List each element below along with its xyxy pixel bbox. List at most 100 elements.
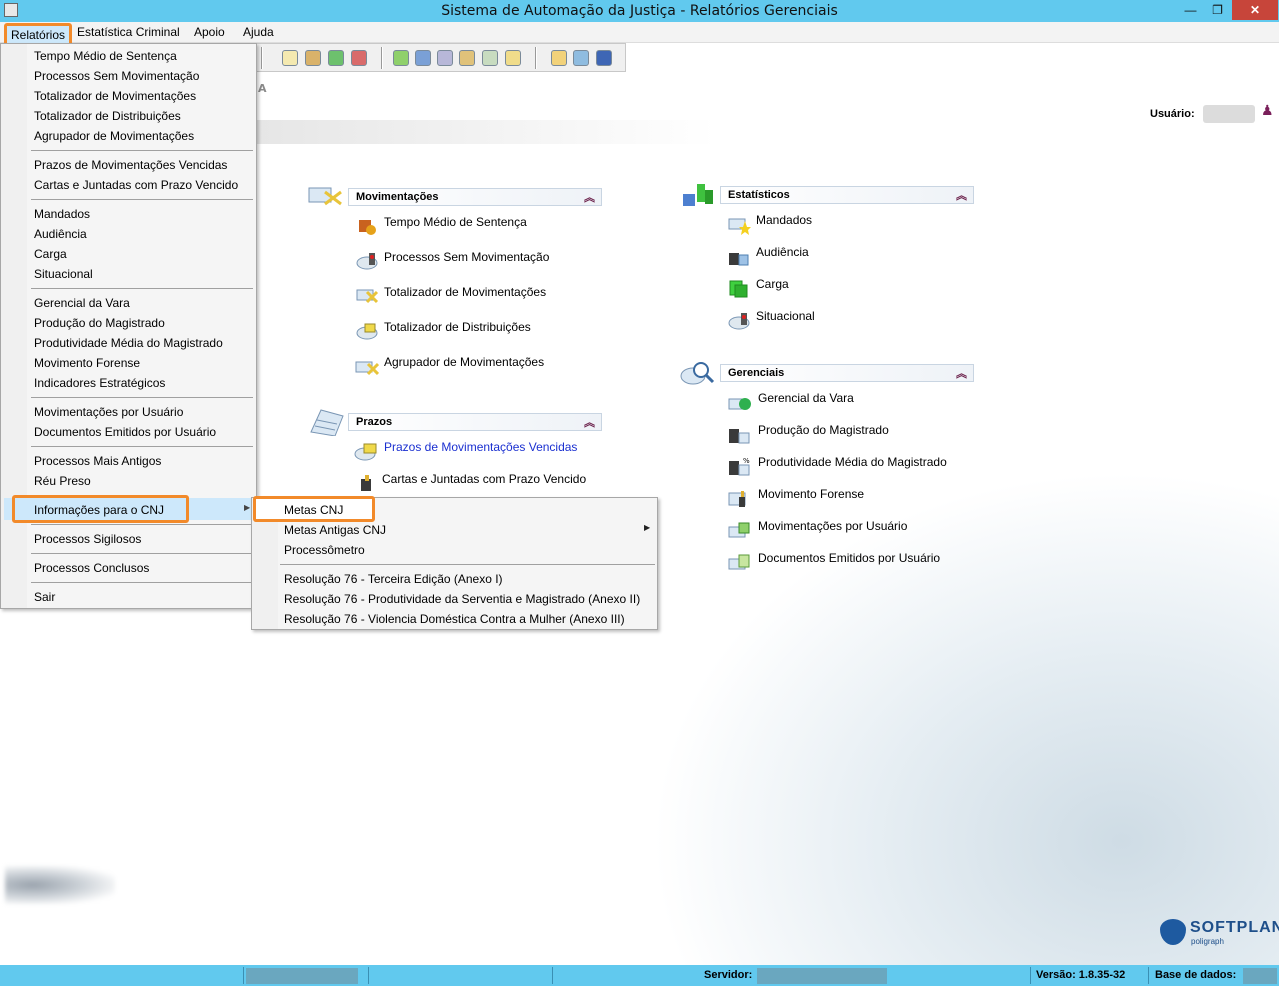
collapse-icon[interactable]: ︽: [584, 189, 595, 205]
menu-item-gerencial-vara[interactable]: Gerencial da Vara: [34, 296, 130, 310]
menu-item-processos-sigilosos[interactable]: Processos Sigilosos: [34, 532, 141, 546]
menu-separator: [31, 397, 253, 398]
toolbar-separator: [261, 47, 263, 69]
mov-item-agrupador[interactable]: Agrupador de Movimentações: [384, 355, 544, 369]
menu-estatistica-criminal[interactable]: Estatística Criminal: [77, 25, 180, 39]
ger-item-producao-magistrado[interactable]: Produção do Magistrado: [758, 423, 889, 437]
movimentacoes-section-title: Movimentações: [356, 191, 439, 203]
users-report-icon[interactable]: [305, 50, 321, 66]
collapse-icon[interactable]: ︽: [956, 187, 967, 203]
ger-item-movimento-forense[interactable]: Movimento Forense: [758, 487, 864, 501]
svg-text:%: %: [743, 457, 750, 465]
submenu-item-resolucao-anexo-3[interactable]: Resolução 76 - Violencia Doméstica Contr…: [284, 612, 625, 626]
forense-report-icon[interactable]: [459, 50, 475, 66]
estatisticos-section-header[interactable]: Estatísticos ︽: [720, 186, 974, 204]
menu-apoio[interactable]: Apoio: [194, 25, 225, 39]
envelope-x-icon: [355, 284, 379, 306]
menu-item-tempo-medio[interactable]: Tempo Médio de Sentença: [34, 49, 177, 63]
menu-item-totalizador-distribuicoes[interactable]: Totalizador de Distribuições: [34, 109, 181, 123]
menu-item-processos-mais-antigos[interactable]: Processos Mais Antigos: [34, 454, 161, 468]
est-item-mandados[interactable]: Mandados: [756, 213, 812, 227]
menu-item-cartas-juntadas[interactable]: Cartas e Juntadas com Prazo Vencido: [34, 178, 238, 192]
menu-item-prazos-vencidas[interactable]: Prazos de Movimentações Vencidas: [34, 158, 227, 172]
ger-item-documentos-usuario[interactable]: Documentos Emitidos por Usuário: [758, 551, 940, 565]
menu-item-produtividade-media[interactable]: Produtividade Média do Magistrado: [34, 336, 223, 350]
submenu-item-resolucao-anexo-1[interactable]: Resolução 76 - Terceira Edição (Anexo I): [284, 572, 503, 586]
mov-item-tempo-medio[interactable]: Tempo Médio de Sentença: [384, 215, 527, 229]
prazo-item-vencidas[interactable]: Prazos de Movimentações Vencidas: [384, 440, 577, 454]
gerenciais-section-icon: [679, 358, 717, 386]
cnj-submenu: Metas CNJ Metas Antigas CNJ ▶ Processôme…: [251, 496, 658, 630]
est-item-situacional[interactable]: Situacional: [756, 309, 815, 323]
user-movements-report-icon[interactable]: [482, 50, 498, 66]
submenu-item-resolucao-anexo-2[interactable]: Resolução 76 - Produtividade da Serventi…: [284, 592, 640, 606]
gerencial-vara-icon: [727, 391, 751, 413]
menu-separator: [31, 446, 253, 447]
magistrate-report-icon[interactable]: [415, 50, 431, 66]
status-bar: Servidor: Versão: 1.8.35-32 Base de dado…: [0, 965, 1279, 986]
est-item-carga[interactable]: Carga: [756, 277, 789, 291]
produtividade-media-icon: %: [727, 455, 751, 477]
status-divider: [552, 967, 553, 984]
minimize-button[interactable]: —: [1177, 0, 1204, 20]
menu-item-carga[interactable]: Carga: [34, 247, 67, 261]
menu-item-processos-sem-movimentacao[interactable]: Processos Sem Movimentação: [34, 69, 199, 83]
menu-item-situacional[interactable]: Situacional: [34, 267, 93, 281]
submenu-item-metas-antigas-cnj[interactable]: Metas Antigas CNJ: [284, 523, 386, 537]
menu-item-sair[interactable]: Sair: [34, 590, 55, 604]
stack-report-icon[interactable]: [328, 50, 344, 66]
audiencia-icon: [727, 245, 751, 267]
status-servidor-value: [757, 968, 887, 984]
menu-item-documentos-usuario[interactable]: Documentos Emitidos por Usuário: [34, 425, 216, 439]
submenu-arrow-icon: ▶: [244, 503, 251, 512]
user-icon: ♟: [1261, 103, 1274, 119]
gerenciais-section-header[interactable]: Gerenciais ︽: [720, 364, 974, 382]
money-report-icon[interactable]: [393, 50, 409, 66]
mov-item-sem-movimentacao[interactable]: Processos Sem Movimentação: [384, 250, 549, 264]
menu-item-agrupador-movimentacoes[interactable]: Agrupador de Movimentações: [34, 129, 194, 143]
user-value: [1203, 105, 1255, 123]
menu-item-reu-preso[interactable]: Réu Preso: [34, 474, 91, 488]
menu-separator: [280, 564, 655, 565]
menu-item-indicadores-estrategicos[interactable]: Indicadores Estratégicos: [34, 376, 165, 390]
menu-item-processos-conclusos[interactable]: Processos Conclusos: [34, 561, 149, 575]
menu-item-movimento-forense[interactable]: Movimento Forense: [34, 356, 140, 370]
menu-item-informacoes-cnj[interactable]: Informações para o CNJ: [34, 503, 164, 517]
submenu-item-processometro[interactable]: Processômetro: [284, 543, 365, 557]
ger-item-movimentacoes-usuario[interactable]: Movimentações por Usuário: [758, 519, 907, 533]
mail-report-icon[interactable]: [282, 50, 298, 66]
menu-item-mandados[interactable]: Mandados: [34, 207, 90, 221]
record-report-icon[interactable]: [351, 50, 367, 66]
collapse-icon[interactable]: ︽: [956, 365, 967, 381]
menu-item-audiencia[interactable]: Audiência: [34, 227, 87, 241]
movimentacoes-section-header[interactable]: Movimentações ︽: [348, 188, 602, 206]
logo-subtitle: poligraph: [1191, 937, 1224, 946]
prazos-section-header[interactable]: Prazos ︽: [348, 413, 602, 431]
window-report-icon[interactable]: [573, 50, 589, 66]
productivity-report-icon[interactable]: [437, 50, 453, 66]
menu-item-totalizador-movimentacoes[interactable]: Totalizador de Movimentações: [34, 89, 196, 103]
status-masked-field: [246, 968, 358, 984]
ger-item-produtividade-media[interactable]: Produtividade Média do Magistrado: [758, 455, 947, 469]
prazos-section-icon: [307, 406, 345, 437]
menu-item-producao-magistrado[interactable]: Produção do Magistrado: [34, 316, 165, 330]
est-item-audiencia[interactable]: Audiência: [756, 245, 809, 259]
menu-item-movimentacoes-usuario[interactable]: Movimentações por Usuário: [34, 405, 183, 419]
toolbar-separator: [381, 47, 383, 69]
ger-item-gerencial-vara[interactable]: Gerencial da Vara: [758, 391, 854, 405]
submenu-item-metas-cnj[interactable]: Metas CNJ: [284, 503, 343, 517]
gavel-icon: [355, 214, 379, 236]
movimentacoes-section-icon: [307, 182, 345, 210]
mov-item-totalizador-movimentacoes[interactable]: Totalizador de Movimentações: [384, 285, 546, 299]
status-base-value: [1243, 968, 1277, 984]
mov-item-totalizador-distribuicoes[interactable]: Totalizador de Distribuições: [384, 320, 531, 334]
edit-report-icon[interactable]: [551, 50, 567, 66]
documents-report-icon[interactable]: [505, 50, 521, 66]
close-button[interactable]: ✕: [1232, 0, 1278, 20]
carga-icon: [727, 277, 751, 299]
prazo-item-cartas[interactable]: Cartas e Juntadas com Prazo Vencido: [382, 472, 586, 486]
maximize-button[interactable]: ❐: [1204, 0, 1231, 20]
exit-report-icon[interactable]: [596, 50, 612, 66]
menu-ajuda[interactable]: Ajuda: [243, 25, 274, 39]
collapse-icon[interactable]: ︽: [584, 414, 595, 430]
